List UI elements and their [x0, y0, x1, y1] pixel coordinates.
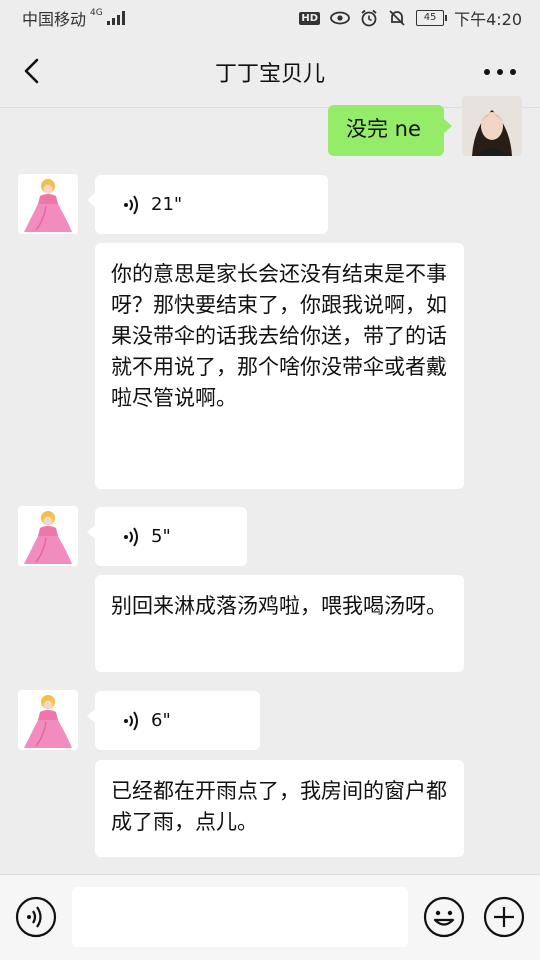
text-message-bubble[interactable]: 你的意思是家长会还没有结束是不事呀？那快要结束了，你跟我说啊，如果没带伞的话我去… [95, 243, 464, 489]
hd-badge: HD [299, 11, 321, 25]
alarm-icon [361, 9, 377, 27]
battery-icon: 45 [416, 10, 448, 26]
plus-button[interactable] [483, 896, 525, 938]
my-avatar[interactable] [462, 96, 522, 156]
voice-duration: 6" [151, 710, 171, 731]
voice-duration: 21" [151, 194, 183, 215]
back-button[interactable] [18, 56, 48, 86]
more-button[interactable] [482, 60, 518, 84]
voice-message-bubble[interactable]: 6" [87, 691, 260, 750]
input-bar [0, 874, 540, 960]
contact-avatar[interactable] [18, 174, 78, 234]
message-text: 已经都在开雨点了，我房间的窗户都成了雨，点儿。 [111, 779, 447, 834]
message-text: 你的意思是家长会还没有结束是不事呀？那快要结束了，你跟我说啊，如果没带伞的话我去… [111, 262, 447, 410]
mute-icon [389, 10, 405, 26]
voice-duration: 5" [151, 526, 171, 547]
voice-input-toggle[interactable] [15, 896, 57, 938]
message-text: 没完 ne [346, 117, 421, 141]
network-type: 4G [90, 7, 103, 18]
my-message-bubble[interactable]: 没完 ne [328, 105, 452, 156]
contact-avatar[interactable] [18, 506, 78, 566]
status-bar: 中国移动 4G HD 45 下午4:20 [0, 0, 540, 36]
text-message-bubble[interactable]: 别回来淋成落汤鸡啦，喂我喝汤呀。 [95, 575, 464, 672]
signal-icon [106, 11, 125, 25]
contact-avatar[interactable] [18, 690, 78, 750]
text-message-bubble[interactable]: 已经都在开雨点了，我房间的窗户都成了雨，点儿。 [95, 760, 464, 857]
chat-screen: 中国移动 4G HD 45 下午4:20 丁丁宝贝儿 没完 ne 21" 你的意… [0, 0, 540, 960]
title-bar: 丁丁宝贝儿 [0, 36, 540, 108]
voice-wave-icon [124, 526, 138, 547]
clock: 下午4:20 [454, 10, 522, 29]
message-input[interactable] [72, 887, 408, 947]
voice-wave-icon [124, 710, 138, 731]
eye-icon [330, 11, 350, 25]
emoji-button[interactable] [423, 896, 465, 938]
voice-message-bubble[interactable]: 5" [87, 507, 247, 566]
voice-wave-icon [124, 194, 138, 215]
chat-title: 丁丁宝贝儿 [214, 61, 325, 87]
voice-message-bubble[interactable]: 21" [87, 175, 328, 234]
message-text: 别回来淋成落汤鸡啦，喂我喝汤呀。 [111, 594, 447, 618]
carrier-label: 中国移动 [22, 10, 87, 29]
